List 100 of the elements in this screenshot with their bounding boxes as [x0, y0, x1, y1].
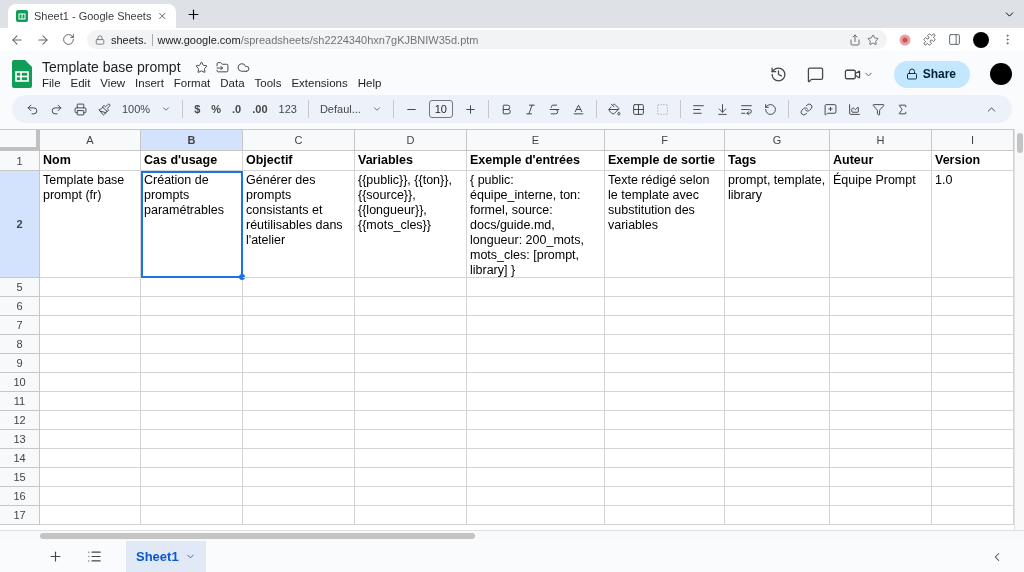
empty-cell[interactable]: [467, 411, 605, 430]
comment-icon[interactable]: [806, 65, 824, 83]
star-icon[interactable]: [194, 60, 208, 74]
row-header[interactable]: 14: [0, 449, 40, 468]
row-header[interactable]: 7: [0, 316, 40, 335]
share-button[interactable]: Share: [893, 60, 970, 88]
empty-cell[interactable]: [141, 411, 243, 430]
empty-cell[interactable]: [830, 278, 932, 297]
decrease-decimals[interactable]: .0: [232, 103, 242, 115]
empty-cell[interactable]: [355, 373, 467, 392]
zoom-select[interactable]: 100%: [122, 103, 151, 115]
table-cell[interactable]: Objectif: [243, 151, 355, 171]
empty-cell[interactable]: [830, 354, 932, 373]
empty-cell[interactable]: [830, 297, 932, 316]
column-header[interactable]: I: [932, 130, 1014, 151]
empty-cell[interactable]: [141, 373, 243, 392]
profile-avatar[interactable]: [990, 63, 1012, 85]
column-header[interactable]: H: [830, 130, 932, 151]
history-icon[interactable]: [769, 65, 787, 83]
caret-icon[interactable]: [371, 104, 382, 114]
currency-format[interactable]: $: [194, 103, 201, 115]
empty-cell[interactable]: [725, 335, 830, 354]
empty-cell[interactable]: [355, 354, 467, 373]
menu-item[interactable]: File: [42, 77, 61, 89]
link-icon[interactable]: [799, 102, 813, 116]
empty-cell[interactable]: [141, 335, 243, 354]
empty-cell[interactable]: [355, 449, 467, 468]
empty-cell[interactable]: [467, 392, 605, 411]
horizontal-scrollbar[interactable]: [0, 530, 1024, 541]
menu-item[interactable]: View: [100, 77, 126, 89]
empty-cell[interactable]: [725, 487, 830, 506]
empty-cell[interactable]: [141, 487, 243, 506]
menu-item[interactable]: Format: [173, 77, 211, 89]
empty-cell[interactable]: [725, 506, 830, 525]
column-header[interactable]: A: [40, 130, 141, 151]
empty-cell[interactable]: [141, 316, 243, 335]
all-sheets-icon[interactable]: [87, 549, 102, 564]
empty-cell[interactable]: [243, 487, 355, 506]
menu-item[interactable]: Tools: [254, 77, 282, 89]
empty-cell[interactable]: [355, 335, 467, 354]
empty-cell[interactable]: [355, 506, 467, 525]
empty-cell[interactable]: [830, 335, 932, 354]
empty-cell[interactable]: [725, 411, 830, 430]
align-left-icon[interactable]: [691, 102, 705, 116]
table-cell[interactable]: Exemple de sortie: [605, 151, 725, 171]
percent-format[interactable]: %: [211, 103, 222, 115]
redo-icon[interactable]: [50, 102, 63, 116]
add-sheet-icon[interactable]: [48, 549, 63, 564]
profile-avatar[interactable]: [973, 31, 989, 48]
empty-cell[interactable]: [243, 392, 355, 411]
sheets-logo-icon[interactable]: [12, 60, 32, 88]
text-color-icon[interactable]: [571, 102, 585, 116]
puzzle-icon[interactable]: [923, 33, 936, 46]
empty-cell[interactable]: [355, 297, 467, 316]
empty-cell[interactable]: [243, 278, 355, 297]
empty-cell[interactable]: [355, 278, 467, 297]
empty-cell[interactable]: [355, 411, 467, 430]
table-cell[interactable]: prompt, template, library: [725, 171, 830, 278]
address-bar[interactable]: sheets. www.google.com/spreadsheets/sh2224340hxn7gKJBNIW35d.ptm: [87, 30, 887, 49]
document-title[interactable]: Template base prompt: [42, 59, 181, 75]
empty-cell[interactable]: [141, 392, 243, 411]
borders-icon[interactable]: [631, 102, 645, 116]
italic-icon[interactable]: [523, 102, 537, 116]
empty-cell[interactable]: [725, 354, 830, 373]
empty-cell[interactable]: [467, 316, 605, 335]
empty-cell[interactable]: [467, 430, 605, 449]
empty-cell[interactable]: [467, 354, 605, 373]
empty-cell[interactable]: [355, 392, 467, 411]
empty-cell[interactable]: [243, 449, 355, 468]
forward-icon[interactable]: [36, 32, 50, 47]
empty-cell[interactable]: [141, 449, 243, 468]
empty-cell[interactable]: [355, 316, 467, 335]
column-header[interactable]: F: [605, 130, 725, 151]
empty-cell[interactable]: [355, 487, 467, 506]
row-header[interactable]: 13: [0, 430, 40, 449]
text-wrap-icon[interactable]: [739, 102, 753, 116]
empty-cell[interactable]: [605, 449, 725, 468]
empty-cell[interactable]: [725, 278, 830, 297]
empty-cell[interactable]: [605, 430, 725, 449]
empty-cell[interactable]: [467, 373, 605, 392]
number-format[interactable]: 123: [278, 103, 297, 115]
empty-cell[interactable]: [830, 487, 932, 506]
fill-color-icon[interactable]: [607, 102, 621, 116]
table-cell[interactable]: Exemple d'entrées: [467, 151, 605, 171]
extension-icon[interactable]: [899, 33, 911, 46]
empty-cell[interactable]: [830, 411, 932, 430]
empty-cell[interactable]: [605, 297, 725, 316]
empty-cell[interactable]: [725, 297, 830, 316]
empty-cell[interactable]: [605, 335, 725, 354]
increase-decimals[interactable]: .00: [252, 103, 268, 115]
font-select[interactable]: Defaul...: [319, 103, 361, 115]
star-icon[interactable]: [867, 33, 879, 46]
table-cell[interactable]: Nom: [40, 151, 141, 171]
empty-cell[interactable]: [605, 468, 725, 487]
row-header[interactable]: 10: [0, 373, 40, 392]
reload-icon[interactable]: [62, 33, 75, 46]
empty-cell[interactable]: [605, 316, 725, 335]
table-cell[interactable]: { public: équipe_interne, ton: formel, source: docs/guide.md, longueur: 200_mots, mots_cles: [prompt, library] }: [467, 171, 605, 278]
empty-cell[interactable]: [141, 278, 243, 297]
empty-cell[interactable]: [243, 468, 355, 487]
